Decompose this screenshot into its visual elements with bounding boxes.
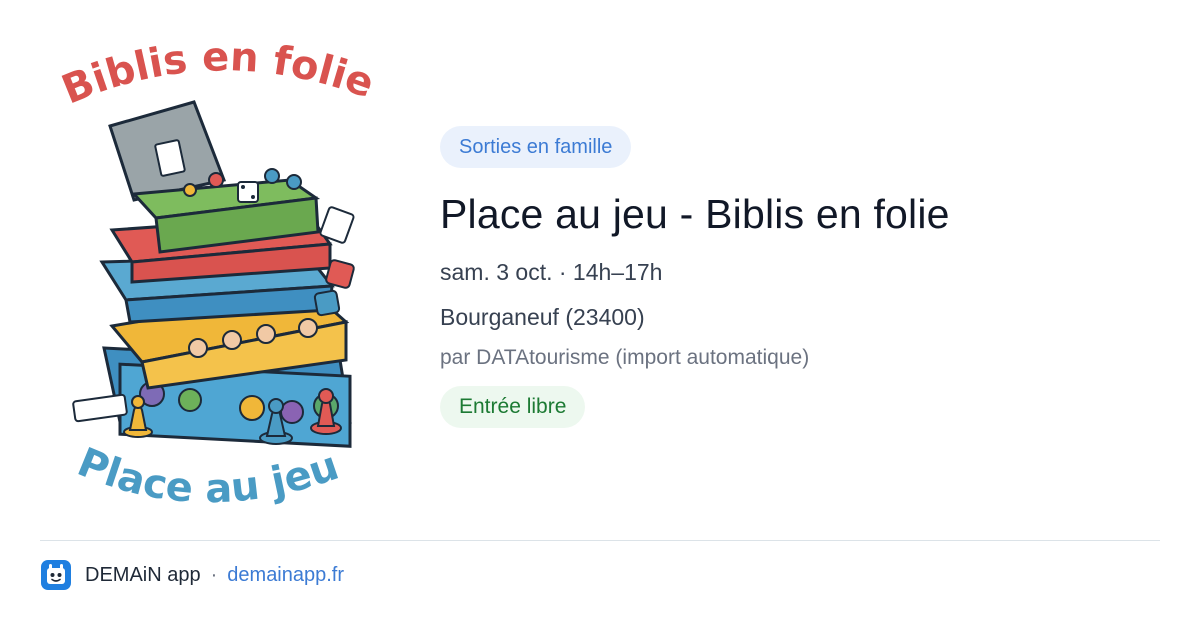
event-location: Bourganeuf (23400) (440, 304, 645, 330)
footer-separator: · (210, 563, 218, 586)
app-logo-icon (41, 560, 71, 590)
event-title[interactable]: Place au jeu - Biblis en folie (440, 188, 1160, 240)
category-badge[interactable]: Sorties en famille (440, 126, 632, 168)
poster-illustration: Biblis en folie Place au jeu (40, 30, 380, 512)
event-date: sam. 3 oct. · 14h–17h (440, 259, 663, 285)
price-badge: Entrée libre (440, 386, 586, 428)
event-details: Sorties en famille Place au jeu - Biblis… (440, 126, 1160, 428)
footer: DEMAiN app · demainapp.fr (40, 558, 344, 592)
app-name: DEMAiN app (85, 563, 201, 586)
footer-divider (40, 540, 1160, 541)
event-card: Biblis en folie Place au jeu Sorties en … (0, 0, 1200, 630)
site-link[interactable]: demainapp.fr (227, 564, 344, 587)
event-poster: Biblis en folie Place au jeu (40, 30, 400, 530)
poster-top-text: Biblis en folie (56, 34, 380, 113)
event-organizer: par DATAtourisme (import automatique) (440, 346, 810, 369)
